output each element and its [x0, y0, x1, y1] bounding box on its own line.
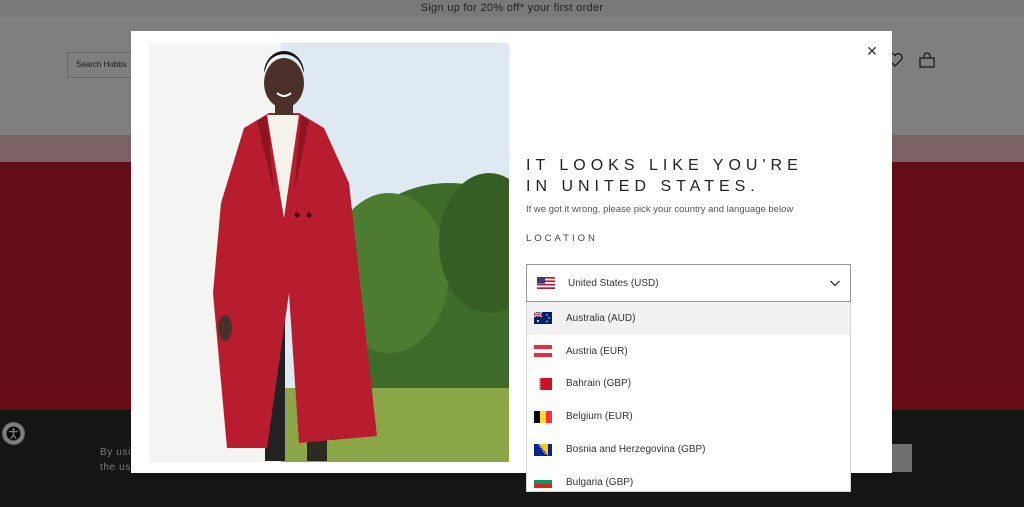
us-flag-icon [537, 277, 555, 289]
option-label: Bosnia and Herzegovina (GBP) [566, 444, 706, 456]
heading-line-2: IN UNITED STATES. [526, 178, 760, 195]
bosnia-flag-icon [534, 443, 552, 456]
country-option-australia[interactable]: Australia (AUD) [527, 302, 850, 335]
option-label: Bulgaria (GBP) [566, 476, 634, 488]
selected-country-label: United States (USD) [568, 277, 659, 289]
chevron-down-icon [830, 280, 840, 287]
country-option-bulgaria[interactable]: Bulgaria (GBP) [527, 466, 850, 491]
belgium-flag-icon [534, 410, 552, 423]
location-label: LOCATION [526, 233, 598, 244]
australia-flag-icon [534, 312, 552, 325]
bahrain-flag-icon [534, 377, 552, 390]
model-red-coat-photo [149, 43, 509, 462]
country-option-bosnia[interactable]: Bosnia and Herzegovina (GBP) [527, 433, 850, 466]
country-option-belgium[interactable]: Belgium (EUR) [527, 400, 850, 433]
option-label: Australia (AUD) [566, 312, 636, 324]
country-option-bahrain[interactable]: Bahrain (GBP) [527, 368, 850, 401]
modal-heading: IT LOOKS LIKE YOU'RE IN UNITED STATES. [526, 155, 866, 197]
heading-line-1: IT LOOKS LIKE YOU'RE [526, 157, 803, 174]
option-label: Bahrain (GBP) [566, 378, 632, 390]
option-label: Austria (EUR) [566, 345, 628, 357]
modal-subtext: If we got it wrong, please pick your cou… [526, 204, 794, 215]
close-icon: ✕ [866, 43, 878, 59]
country-option-austria[interactable]: Austria (EUR) [527, 335, 850, 368]
close-button[interactable]: ✕ [864, 43, 880, 59]
bulgaria-flag-icon [534, 476, 552, 489]
country-dropdown-list[interactable]: Australia (AUD) Austria (EUR) Bahrain (G… [526, 302, 851, 492]
country-select[interactable]: United States (USD) [526, 264, 851, 302]
option-label: Belgium (EUR) [566, 411, 633, 423]
austria-flag-icon [534, 345, 552, 358]
